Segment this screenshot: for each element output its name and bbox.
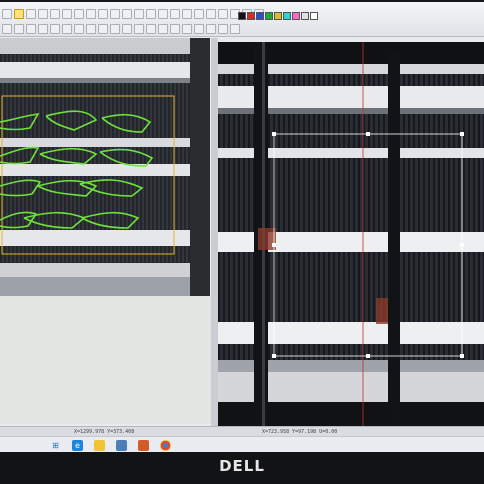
laser-button[interactable] bbox=[122, 24, 132, 34]
properties-button[interactable] bbox=[110, 24, 120, 34]
windows-start-icon[interactable]: ⊞ bbox=[50, 440, 61, 451]
color-swatch[interactable] bbox=[310, 12, 318, 20]
camera-view[interactable] bbox=[218, 42, 484, 426]
undo-button[interactable] bbox=[98, 9, 108, 19]
folder-icon[interactable] bbox=[116, 440, 127, 451]
color-swatch[interactable] bbox=[256, 12, 264, 20]
select-tool-button[interactable] bbox=[2, 9, 12, 19]
design-canvas-view bbox=[0, 38, 210, 296]
help-button[interactable] bbox=[230, 24, 240, 34]
pane-splitter[interactable] bbox=[211, 38, 218, 428]
resize-handle[interactable] bbox=[272, 354, 276, 358]
delete-button[interactable] bbox=[62, 24, 72, 34]
frame-button[interactable] bbox=[182, 24, 192, 34]
preview-button[interactable] bbox=[134, 24, 144, 34]
pause-button[interactable] bbox=[158, 24, 168, 34]
resize-handle[interactable] bbox=[366, 132, 370, 136]
gantry-rail-right bbox=[388, 52, 400, 426]
zoom-in-button[interactable] bbox=[14, 9, 24, 19]
color-swatch[interactable] bbox=[283, 12, 291, 20]
roller bbox=[0, 164, 210, 176]
color-swatch[interactable] bbox=[265, 12, 273, 20]
brand-logo: DELL bbox=[219, 457, 265, 475]
home-button[interactable] bbox=[206, 24, 216, 34]
rect-button[interactable] bbox=[182, 9, 192, 19]
resize-handle[interactable] bbox=[272, 243, 276, 247]
monitor-frame: X=1299.978 Y=373.408 X=723.958 Y=97.198 … bbox=[0, 0, 484, 484]
resize-handle[interactable] bbox=[272, 132, 276, 136]
resize-handle[interactable] bbox=[366, 354, 370, 358]
grid-button[interactable] bbox=[122, 9, 132, 19]
print-button[interactable] bbox=[38, 24, 48, 34]
zoom-out-button[interactable] bbox=[26, 9, 36, 19]
start-button[interactable] bbox=[146, 24, 156, 34]
resize-handle[interactable] bbox=[460, 354, 464, 358]
design-canvas[interactable] bbox=[0, 38, 210, 296]
color-swatch[interactable] bbox=[301, 12, 309, 20]
roller-shadow bbox=[0, 78, 210, 83]
rotate-button[interactable] bbox=[50, 9, 60, 19]
roller bbox=[0, 230, 210, 246]
save-button[interactable] bbox=[26, 24, 36, 34]
polygon-button[interactable] bbox=[206, 9, 216, 19]
line-button[interactable] bbox=[170, 9, 180, 19]
mirror-button[interactable] bbox=[62, 9, 72, 19]
resize-handle[interactable] bbox=[460, 243, 464, 247]
chrome-icon[interactable] bbox=[160, 440, 171, 451]
toolbar bbox=[0, 2, 484, 37]
screen: X=1299.978 Y=373.408 X=723.958 Y=97.198 … bbox=[0, 2, 484, 454]
roller bbox=[0, 263, 210, 277]
group-button[interactable] bbox=[74, 24, 84, 34]
resize-handle[interactable] bbox=[460, 132, 464, 136]
color-palette bbox=[238, 9, 318, 23]
cad-app-icon[interactable] bbox=[138, 440, 149, 451]
edge-icon[interactable]: e bbox=[72, 440, 83, 451]
color-swatch[interactable] bbox=[274, 12, 282, 20]
explorer-icon[interactable] bbox=[94, 440, 105, 451]
roller bbox=[0, 62, 210, 78]
paste-button[interactable] bbox=[86, 9, 96, 19]
color-swatch[interactable] bbox=[238, 12, 246, 20]
frame-post bbox=[190, 38, 210, 296]
redo-button[interactable] bbox=[110, 9, 120, 19]
roller-bottom bbox=[0, 277, 210, 296]
color-swatch[interactable] bbox=[247, 12, 255, 20]
left-panel-empty-area bbox=[0, 296, 214, 424]
open-button[interactable] bbox=[14, 24, 24, 34]
settings-button[interactable] bbox=[218, 24, 228, 34]
toolbar-row-actions bbox=[2, 22, 240, 36]
roller bbox=[0, 138, 210, 147]
origin-button[interactable] bbox=[194, 24, 204, 34]
stop-button[interactable] bbox=[170, 24, 180, 34]
camera-view-image bbox=[218, 42, 484, 426]
copy-button[interactable] bbox=[74, 9, 84, 19]
node-edit-button[interactable] bbox=[218, 9, 228, 19]
laser-head-right bbox=[376, 298, 388, 324]
cut-button[interactable] bbox=[50, 24, 60, 34]
roller-top bbox=[0, 38, 210, 54]
status-coordinates-left: X=1299.978 Y=373.408 bbox=[74, 429, 135, 435]
toolbar-row-tools bbox=[2, 7, 264, 21]
layer-button[interactable] bbox=[98, 24, 108, 34]
status-coordinates-right: X=723.958 Y=97.198 U=0.00 bbox=[262, 429, 338, 435]
ellipse-button[interactable] bbox=[194, 9, 204, 19]
ungroup-button[interactable] bbox=[86, 24, 96, 34]
text-button[interactable] bbox=[158, 9, 168, 19]
color-swatch[interactable] bbox=[292, 12, 300, 20]
measure-button[interactable] bbox=[146, 9, 156, 19]
new-button[interactable] bbox=[2, 24, 12, 34]
pan-button[interactable] bbox=[38, 9, 48, 19]
snap-button[interactable] bbox=[134, 9, 144, 19]
